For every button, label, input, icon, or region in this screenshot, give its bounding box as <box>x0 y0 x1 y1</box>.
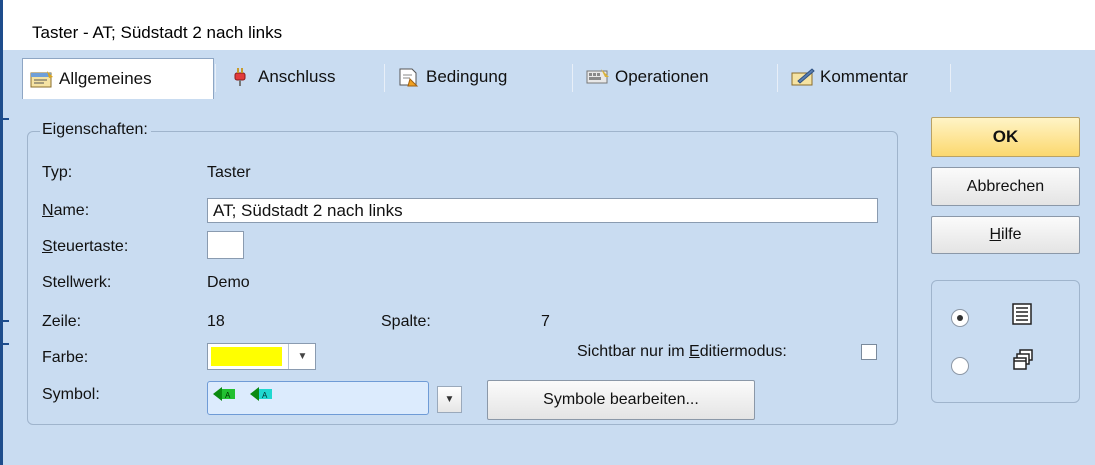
label-text: Sichtbar nur im <box>577 343 690 360</box>
tab-label: Allgemeines <box>59 69 152 88</box>
comment-icon <box>790 67 816 87</box>
help-button[interactable]: Hilfe <box>931 216 1080 254</box>
condition-icon <box>396 67 422 87</box>
row-value: 18 <box>207 313 225 330</box>
tab-strip: Allgemeines Anschluss Bedingung Operatio… <box>22 58 952 99</box>
tab-separator <box>572 64 573 92</box>
edge-tick <box>0 320 9 322</box>
title-bar: Taster - AT; Südstadt 2 nach links <box>0 0 1095 50</box>
svg-text:A: A <box>262 391 268 400</box>
mnemonic: E <box>689 343 700 360</box>
chevron-down-icon: ▼ <box>297 351 308 362</box>
symbol-select[interactable]: A A ▼ <box>207 381 464 415</box>
tab-anschluss[interactable]: Anschluss <box>222 58 382 96</box>
plug-icon <box>228 67 254 87</box>
type-value: Taster <box>207 164 251 181</box>
window-edge <box>0 0 3 465</box>
button-text: ilfe <box>1001 226 1022 243</box>
type-label: Typ: <box>42 164 73 181</box>
tab-separator <box>950 64 951 92</box>
hotkey-input[interactable] <box>207 231 244 259</box>
visible-edit-mode-label: Sichtbar nur im Editiermodus: <box>577 343 787 361</box>
name-label: Name: <box>42 202 89 220</box>
color-picker[interactable]: ▼ <box>207 343 316 370</box>
mnemonic: N <box>42 202 54 219</box>
stacked-windows-icon <box>1012 349 1034 376</box>
edit-symbols-button[interactable]: Symbole bearbeiten... <box>487 380 755 420</box>
color-swatch <box>211 347 282 366</box>
view-mode-radio-list[interactable] <box>951 309 969 327</box>
tab-separator <box>384 64 385 92</box>
arrow-left-green-icon: A <box>213 387 235 401</box>
view-mode-radio-windows[interactable] <box>951 357 969 375</box>
visible-edit-mode-checkbox[interactable] <box>861 344 877 360</box>
symbol-display: A A <box>207 381 429 415</box>
tab-label: Operationen <box>615 67 709 86</box>
mnemonic: S <box>42 238 53 255</box>
label-text: ame: <box>53 202 90 219</box>
row-label: Zeile: <box>42 313 82 330</box>
cancel-button[interactable]: Abbrechen <box>931 167 1080 206</box>
properties-icon <box>29 69 55 89</box>
arrow-left-cyan-icon: A <box>250 387 272 401</box>
symbol-dropdown-button[interactable]: ▼ <box>437 386 462 413</box>
group-title: Eigenschaften: <box>40 121 151 139</box>
interlocking-value: Demo <box>207 274 250 291</box>
tab-operationen[interactable]: Operationen <box>579 58 775 96</box>
tab-separator <box>777 64 778 92</box>
tab-allgemeines[interactable]: Allgemeines <box>22 58 214 99</box>
interlocking-label: Stellwerk: <box>42 274 112 291</box>
tab-label: Bedingung <box>426 67 508 86</box>
tab-bedingung[interactable]: Bedingung <box>390 58 570 96</box>
operations-icon <box>585 67 611 87</box>
tab-separator <box>215 64 216 92</box>
label-text: teuertaste: <box>52 238 129 255</box>
tab-label: Kommentar <box>820 67 908 86</box>
column-label: Spalte: <box>381 313 431 330</box>
svg-text:A: A <box>225 391 231 400</box>
name-input[interactable] <box>207 198 878 223</box>
label-text: ditiermodus: <box>699 343 787 360</box>
edge-tick <box>0 343 9 345</box>
edge-tick <box>0 118 9 120</box>
tab-label: Anschluss <box>258 67 336 86</box>
chevron-down-icon: ▼ <box>444 394 455 405</box>
list-view-icon <box>1012 303 1032 330</box>
hotkey-label: Steuertaste: <box>42 238 128 256</box>
window-title: Taster - AT; Südstadt 2 nach links <box>32 23 283 42</box>
color-dropdown-button[interactable]: ▼ <box>288 344 316 369</box>
color-label: Farbe: <box>42 349 89 366</box>
symbol-label: Symbol: <box>42 386 100 403</box>
mnemonic: H <box>989 226 1002 243</box>
view-mode-group <box>931 280 1080 403</box>
tab-kommentar[interactable]: Kommentar <box>784 58 952 96</box>
column-value: 7 <box>541 313 550 330</box>
ok-button[interactable]: OK <box>931 117 1080 157</box>
